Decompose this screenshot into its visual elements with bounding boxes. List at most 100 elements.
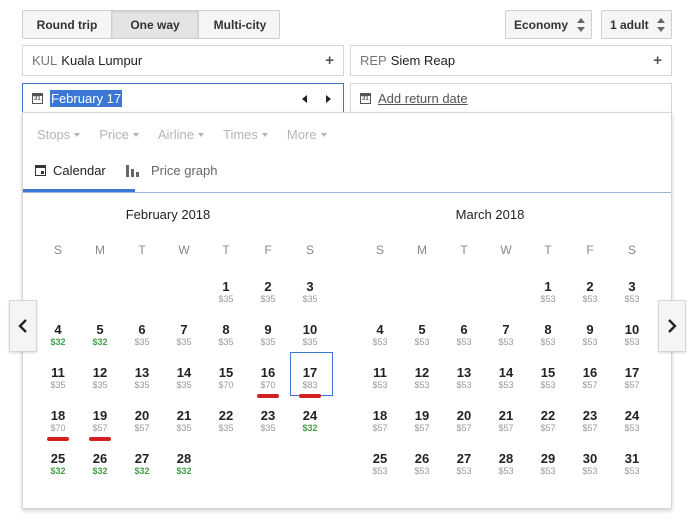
calendar-day[interactable]: 21 $57: [488, 408, 524, 434]
calendar-day[interactable]: 11 $53: [362, 365, 398, 391]
cabin-class-select[interactable]: Economy: [505, 10, 592, 39]
origin-field[interactable]: KUL Kuala Lumpur +: [22, 45, 344, 76]
calendar-day[interactable]: 26 $53: [404, 451, 440, 477]
day-number: 12: [92, 365, 108, 380]
calendar-day[interactable]: 8 $53: [530, 322, 566, 348]
calendar-day[interactable]: 19 $57: [82, 408, 118, 434]
add-destination-icon[interactable]: +: [653, 52, 662, 69]
day-price: $53: [414, 337, 430, 347]
calendar-day[interactable]: 14 $53: [488, 365, 524, 391]
day-number: 14: [176, 365, 192, 380]
calendar-day[interactable]: 15 $53: [530, 365, 566, 391]
day-number: 13: [134, 365, 150, 380]
filter-times[interactable]: Times: [223, 127, 268, 142]
filter-airline[interactable]: Airline: [158, 127, 204, 142]
filter-label: Times: [223, 127, 258, 142]
calendar-day[interactable]: 23 $35: [250, 408, 286, 434]
calendar-day[interactable]: 16 $70: [250, 365, 286, 391]
calendar-day[interactable]: 15 $70: [208, 365, 244, 391]
calendar-day[interactable]: 6 $35: [124, 322, 160, 348]
one-way-button[interactable]: One way: [112, 11, 199, 38]
day-number: 6: [460, 322, 468, 337]
calendar-day[interactable]: 7 $35: [166, 322, 202, 348]
calendar-day[interactable]: 27 $53: [446, 451, 482, 477]
calendar-day[interactable]: 16 $57: [572, 365, 608, 391]
calendar-day[interactable]: 3 $35: [292, 279, 328, 305]
calendar-day[interactable]: 20 $57: [446, 408, 482, 434]
calendar-day[interactable]: 23 $57: [572, 408, 608, 434]
calendar-day[interactable]: 30 $53: [572, 451, 608, 477]
calendar-day[interactable]: 24 $32: [292, 408, 328, 434]
calendar-day[interactable]: 27 $32: [124, 451, 160, 477]
passengers-select[interactable]: 1 adult: [601, 10, 672, 39]
calendar-day[interactable]: 3 $53: [614, 279, 650, 305]
calendar-day[interactable]: 1 $53: [530, 279, 566, 305]
calendar-day[interactable]: 9 $53: [572, 322, 608, 348]
filter-more[interactable]: More: [287, 127, 327, 142]
calendar-day[interactable]: 26 $32: [82, 451, 118, 477]
calendar-day[interactable]: 13 $53: [446, 365, 482, 391]
day-price: $53: [456, 337, 472, 347]
day-number: 4: [376, 322, 384, 337]
calendar-day[interactable]: 25 $53: [362, 451, 398, 477]
calendar-day[interactable]: 22 $57: [530, 408, 566, 434]
view-tabs: Calendar Price graph: [23, 159, 671, 193]
day-price: $32: [92, 466, 108, 476]
calendar-day[interactable]: 2 $35: [250, 279, 286, 305]
calendar-day[interactable]: 18 $70: [40, 408, 76, 434]
calendar-day[interactable]: 4 $53: [362, 322, 398, 348]
calendar-day[interactable]: 24 $53: [614, 408, 650, 434]
previous-month-button[interactable]: [9, 300, 37, 352]
next-date-icon[interactable]: [326, 95, 331, 103]
calendar-day[interactable]: 12 $35: [82, 365, 118, 391]
previous-date-icon[interactable]: [302, 95, 307, 103]
calendar-day[interactable]: 4 $32: [40, 322, 76, 348]
calendar-day[interactable]: 13 $35: [124, 365, 160, 391]
calendar-day[interactable]: 11 $35: [40, 365, 76, 391]
day-price: $32: [50, 466, 66, 476]
filter-bar: Stops Price Airline Times More: [37, 127, 346, 142]
calendar-day[interactable]: 5 $53: [404, 322, 440, 348]
calendar-day[interactable]: 19 $57: [404, 408, 440, 434]
destination-field[interactable]: REP Siem Reap +: [350, 45, 672, 76]
day-number: 27: [456, 451, 472, 466]
multi-city-button[interactable]: Multi-city: [199, 11, 279, 38]
return-date-field[interactable]: Add return date: [350, 83, 672, 114]
filter-price[interactable]: Price: [99, 127, 139, 142]
day-number: 20: [456, 408, 472, 423]
next-month-button[interactable]: [658, 300, 686, 352]
calendar-day[interactable]: 7 $53: [488, 322, 524, 348]
calendar-day[interactable]: 6 $53: [446, 322, 482, 348]
calendar-day[interactable]: 2 $53: [572, 279, 608, 305]
calendar-day[interactable]: 8 $35: [208, 322, 244, 348]
round-trip-button[interactable]: Round trip: [23, 11, 112, 38]
tab-calendar[interactable]: Calendar: [35, 163, 106, 178]
calendar-day[interactable]: 29 $53: [530, 451, 566, 477]
day-number: 28: [498, 451, 514, 466]
calendar-day[interactable]: 28 $53: [488, 451, 524, 477]
filter-stops[interactable]: Stops: [37, 127, 81, 142]
day-number: 15: [218, 365, 234, 380]
calendar-day[interactable]: 10 $53: [614, 322, 650, 348]
calendar-day[interactable]: 21 $35: [166, 408, 202, 434]
calendar-day[interactable]: 22 $35: [208, 408, 244, 434]
calendar-day[interactable]: 18 $57: [362, 408, 398, 434]
calendar-day[interactable]: 28 $32: [166, 451, 202, 477]
add-origin-icon[interactable]: +: [325, 52, 334, 69]
calendar-day[interactable]: 5 $32: [82, 322, 118, 348]
calendar-day[interactable]: 31 $53: [614, 451, 650, 477]
calendar-day[interactable]: 14 $35: [166, 365, 202, 391]
calendar-day[interactable]: 9 $35: [250, 322, 286, 348]
day-number: 23: [582, 408, 598, 423]
calendar-day[interactable]: 25 $32: [40, 451, 76, 477]
tab-price-graph[interactable]: Price graph: [126, 163, 217, 178]
calendar-day[interactable]: 10 $35: [292, 322, 328, 348]
calendar-day[interactable]: 1 $35: [208, 279, 244, 305]
add-return-date-link[interactable]: Add return date: [378, 91, 468, 106]
day-number: 2: [264, 279, 272, 294]
calendar-day[interactable]: 12 $53: [404, 365, 440, 391]
calendar-day[interactable]: 20 $57: [124, 408, 160, 434]
depart-date-field[interactable]: February 17: [22, 83, 344, 114]
calendar-day[interactable]: 17 $57: [614, 365, 650, 391]
day-price: $53: [624, 466, 640, 476]
